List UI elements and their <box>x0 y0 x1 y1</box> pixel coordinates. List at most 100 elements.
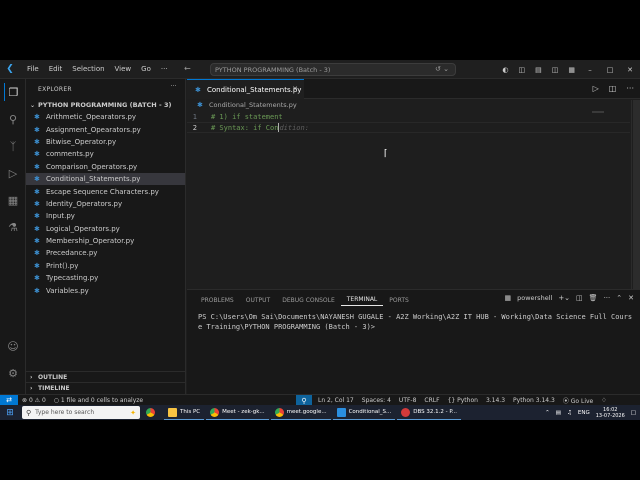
split-editor-icon[interactable]: ◫ <box>609 84 617 93</box>
chrome-icon <box>146 408 155 417</box>
maximize-icon[interactable]: □ <box>600 66 620 74</box>
terminal-output[interactable]: PS C:\Users\Om Sai\Documents\NAYANESH GU… <box>198 312 633 332</box>
taskbar-item-meet-google[interactable]: meet.google... <box>270 405 331 420</box>
remote-icon[interactable]: ⇄ <box>0 394 18 406</box>
code-line-current[interactable]: 2 # Syntax: if Con dition: <box>187 122 630 133</box>
file-item[interactable]: ✱ Input.py <box>26 210 185 222</box>
new-terminal-icon[interactable]: +⌄ <box>558 294 570 302</box>
toggle-panel-icon[interactable]: ▤ <box>530 66 547 74</box>
split-terminal-icon[interactable]: ◫ <box>576 294 583 302</box>
file-item[interactable]: ✱ Comparison_Operators.py <box>26 161 185 173</box>
testing-icon[interactable]: ⚗ <box>4 218 22 236</box>
problems-count[interactable]: ⊗ 0 ⚠ 0 <box>18 397 50 404</box>
clock[interactable]: 16:02 13-07-2026 <box>596 407 625 419</box>
taskbar-search[interactable]: ⚲ Type here to search ✦ <box>22 406 140 419</box>
trash-icon[interactable]: 🗑 <box>589 294 598 302</box>
file-item[interactable]: ✱ Logical_Operators.py <box>26 223 185 235</box>
workspace-folder[interactable]: ⌄ PYTHON PROGRAMMING (BATCH - 3) <box>26 99 185 111</box>
menu-more[interactable]: ··· <box>156 65 173 73</box>
run-debug-icon[interactable]: ▷ <box>4 164 22 182</box>
python-version-badge[interactable]: 3.14.3 <box>482 397 509 404</box>
taskbar-label: Meet - zek-gk... <box>222 409 265 415</box>
run-file-icon[interactable]: ▷ <box>593 84 599 93</box>
network-icon[interactable]: ▤ <box>556 410 561 416</box>
menu-go[interactable]: Go <box>136 65 156 73</box>
close-panel-icon[interactable]: ✕ <box>628 294 634 302</box>
tab-output[interactable]: OUTPUT <box>240 294 276 306</box>
tab-conditional-statements[interactable]: ✱ Conditional_Statements.py ✕ <box>187 79 304 99</box>
tray-chevron-icon[interactable]: ⌃ <box>545 410 550 416</box>
file-item[interactable]: ✱ Precedance.py <box>26 247 185 259</box>
search-icon[interactable]: ⚲ <box>4 110 22 128</box>
timeline-label: TIMELINE <box>38 385 70 392</box>
minimap[interactable] <box>592 111 604 113</box>
panel-more-icon[interactable]: ··· <box>604 294 611 302</box>
file-item[interactable]: ✱ Membership_Operator.py <box>26 235 185 247</box>
customize-layout-icon[interactable]: ▦ <box>563 66 580 74</box>
file-item[interactable]: ✱ Variables.py <box>26 284 185 296</box>
encoding[interactable]: UTF-8 <box>395 397 421 404</box>
copilot-icon[interactable]: ↺ ⌄ <box>435 65 449 73</box>
file-item[interactable]: ✱ Print().py <box>26 260 185 272</box>
editor-more-icon[interactable]: ··· <box>626 84 634 93</box>
line-endings[interactable]: CRLF <box>420 397 443 404</box>
window-controls: ◐ ◫ ▤ ◫ ▦ – □ ✕ <box>497 60 640 79</box>
volume-icon[interactable]: ♫ <box>567 410 572 416</box>
file-item[interactable]: ✱ Typecasting.py <box>26 272 185 284</box>
source-control-icon[interactable]: ᛉ <box>4 137 22 155</box>
go-live-button[interactable]: ⦿ Go Live <box>559 396 597 405</box>
taskbar-item-obs[interactable]: DBS 32.1.2 - P... <box>397 405 462 420</box>
file-item-label: Membership_Operator.py <box>46 237 135 246</box>
code-line[interactable]: 1 # 1) if statement <box>187 111 630 122</box>
toggle-sidebar-icon[interactable]: ◫ <box>514 66 531 74</box>
notifications-bell-icon[interactable]: ♢ <box>597 397 610 404</box>
file-item[interactable]: ✱ Escape Sequence Characters.py <box>26 185 185 197</box>
close-icon[interactable]: ✕ <box>620 66 640 74</box>
tab-terminal[interactable]: TERMINAL <box>340 294 384 306</box>
account-icon[interactable]: ☺ <box>4 337 22 355</box>
tab-debug-console[interactable]: DEBUG CONSOLE <box>276 294 341 306</box>
code-editor[interactable]: 1 # 1) if statement 2 # Syntax: if Con di… <box>187 111 630 133</box>
cursor-position[interactable]: Ln 2, Col 17 <box>314 397 358 404</box>
indentation[interactable]: Spaces: 4 <box>358 397 395 404</box>
tab-ports[interactable]: PORTS <box>383 294 415 306</box>
extensions-icon[interactable]: ▦ <box>4 191 22 209</box>
windows-start-icon[interactable]: ⊞ <box>0 405 20 420</box>
file-item[interactable]: ✱ Arithmetic_Opearators.py <box>26 111 185 123</box>
back-arrow-icon[interactable]: ← <box>184 64 191 73</box>
vscode-icon <box>336 407 346 417</box>
taskbar-item-this-pc[interactable]: This PC <box>164 405 205 420</box>
taskbar-label: Conditional_S... <box>348 409 392 415</box>
terminal-shell-label[interactable]: powershell <box>517 294 552 302</box>
minimize-icon[interactable]: – <box>580 66 600 74</box>
menu-view[interactable]: View <box>110 65 137 73</box>
menu-file[interactable]: File <box>22 65 44 73</box>
chrome-pinned-icon[interactable] <box>142 405 162 420</box>
python-file-icon: ✱ <box>34 249 40 258</box>
menu-edit[interactable]: Edit <box>44 65 68 73</box>
tab-close-icon[interactable]: ✕ <box>292 85 298 93</box>
analysis-info[interactable]: ○ 1 file and 0 cells to analyze <box>50 397 147 404</box>
file-item[interactable]: ✱ comments.py <box>26 148 185 160</box>
settings-gear-icon[interactable]: ⚙ <box>4 364 22 382</box>
language-mode[interactable]: {} Python <box>444 397 482 404</box>
timeline-section[interactable]: › TIMELINE <box>26 382 186 394</box>
file-item[interactable]: ✱ Conditional_Statements.py <box>26 172 185 186</box>
input-language[interactable]: ENG <box>578 410 590 416</box>
notification-icon[interactable]: □ <box>631 410 636 416</box>
breadcrumb[interactable]: ✱ Conditional_Statements.py <box>197 100 297 110</box>
taskbar-item-meet[interactable]: Meet - zek-gk... <box>206 405 269 420</box>
python-interpreter[interactable]: Python 3.14.3 <box>509 397 559 404</box>
toggle-secondary-sidebar-icon[interactable]: ◫ <box>547 66 564 74</box>
file-item[interactable]: ✱ Assignment_Opearators.py <box>26 123 185 135</box>
file-item[interactable]: ✱ Bitwise_Operator.py <box>26 136 185 148</box>
more-actions-icon[interactable]: ··· <box>170 83 177 90</box>
maximize-panel-icon[interactable]: ⌃ <box>616 294 622 302</box>
taskbar-item-vscode[interactable]: Conditional_S... <box>332 405 396 420</box>
copilot-status-icon[interactable]: ◐ <box>497 66 513 74</box>
tab-problems[interactable]: PROBLEMS <box>195 294 240 306</box>
file-item[interactable]: ✱ Identity_Operators.py <box>26 198 185 210</box>
menu-selection[interactable]: Selection <box>67 65 109 73</box>
explorer-icon[interactable]: ❐ <box>4 83 22 101</box>
command-center[interactable]: PYTHON PROGRAMMING (Batch - 3) ↺ ⌄ <box>210 63 456 76</box>
